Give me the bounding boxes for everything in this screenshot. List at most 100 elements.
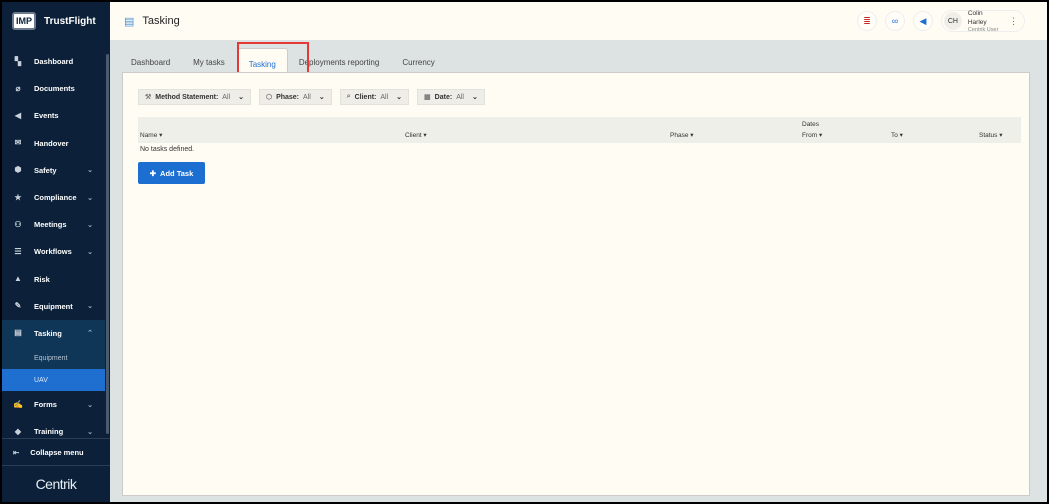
sidebar-item-tasking[interactable]: ▤ Tasking ⌃ (2, 319, 105, 348)
meetings-icon: ⚇ (14, 219, 22, 229)
sidebar-item-label: Forms (34, 400, 57, 410)
chevron-down-icon: ⌄ (87, 221, 93, 229)
app-window: IMP TrustFlight ▚ Dashboard ⌀ Documents ◀ Even… (2, 2, 1047, 502)
filter-icon: ⬡ (265, 94, 273, 101)
chevron-down-icon: ⌄ (87, 303, 93, 311)
logo: IMP TrustFlight (12, 12, 96, 30)
plus-icon: ✚ (149, 168, 157, 178)
col-client[interactable]: Client ▾ (405, 131, 427, 139)
content-area: Dashboard My tasks Tasking Deployments repo… (110, 40, 1047, 502)
centrik-logo: Centrik (35, 476, 77, 492)
filter-method-statement[interactable]: ⚒ Method Statement: All ⌄ (138, 89, 251, 105)
more-vert-icon[interactable]: ⋮ (1009, 16, 1018, 27)
user-name: Colin Harley (967, 10, 987, 26)
sidebar-item-label: Compliance (34, 193, 77, 203)
user-menu[interactable]: CH Colin Harley Centrik User ⋮ (941, 10, 1025, 33)
handover-icon: ✉ (14, 138, 22, 148)
training-icon: ◆ (14, 426, 22, 436)
col-status[interactable]: Status ▾ (979, 131, 1003, 139)
sidebar-nav: ▚ Dashboard ⌀ Documents ◀ Events ✉ Handover ⬢ Saf… (2, 48, 105, 445)
compliance-icon: ★ (14, 192, 22, 202)
sidebar-item-documents[interactable]: ⌀ Documents (2, 75, 105, 102)
avatar: CH (944, 12, 962, 30)
sidebar-subitem-uav[interactable]: UAV (2, 369, 105, 392)
col-name[interactable]: Name ▾ (140, 131, 162, 139)
filter-value: All (380, 93, 389, 101)
workflows-icon: ☰ (14, 246, 22, 256)
add-task-button[interactable]: ✚ Add Task (138, 162, 205, 184)
sidebar-subitem-equipment[interactable]: Equipment (2, 347, 105, 370)
filter-value: All (303, 93, 311, 101)
chevron-down-icon: ⌄ (396, 94, 403, 101)
chevron-down-icon: ⌄ (471, 94, 478, 101)
sidebar-item-label: Equipment (34, 301, 73, 311)
filter-icon: ▦ (424, 94, 431, 101)
sidebar-item-forms[interactable]: ✍ Forms ⌄ (2, 391, 105, 418)
risk-icon: ▲ (14, 274, 22, 284)
sidebar-item-label: Tasking (34, 328, 62, 338)
filter-phase[interactable]: ⬡ Phase: All ⌄ (258, 89, 332, 105)
sidebar-item-dashboard[interactable]: ▚ Dashboard (2, 48, 105, 75)
col-phase[interactable]: Phase ▾ (670, 131, 694, 139)
megaphone-icon[interactable]: ◀ (913, 11, 933, 31)
filter-label: Client: (354, 93, 377, 101)
sidebar-item-label: Workflows (34, 247, 72, 257)
empty-message: No tasks defined. (140, 146, 195, 153)
table-header: Dates Name ▾ Client ▾ Phase ▾ From ▾ To … (138, 117, 1021, 143)
filter-client[interactable]: ⌕ Client: All ⌄ (339, 89, 410, 105)
stack-icon[interactable]: ≣ (857, 11, 877, 31)
filter-icon: ⌕ (346, 93, 351, 100)
col-to[interactable]: To ▾ (891, 131, 903, 139)
collapse-icon: ⇤ (13, 447, 20, 457)
chevron-down-icon: ⌄ (87, 194, 93, 202)
dates-group-header: Dates (802, 121, 819, 128)
sidebar-item-label: Documents (34, 84, 75, 94)
dashboard-icon: ▚ (14, 56, 22, 66)
filter-label: Date: (434, 93, 453, 101)
chevron-down-icon: ⌄ (87, 428, 93, 436)
filter-bar: ⚒ Method Statement: All ⌄ ⬡ Phase: All ⌄ ⌕ Client… (138, 89, 485, 105)
sidebar-item-workflows[interactable]: ☰ Workflows ⌄ (2, 238, 105, 265)
col-from[interactable]: From ▾ (802, 131, 822, 139)
chevron-down-icon: ⌄ (87, 248, 93, 256)
chevron-down-icon: ⌄ (87, 167, 93, 175)
sidebar-item-risk[interactable]: ▲ Risk (2, 266, 105, 293)
collapse-menu-button[interactable]: ⇤ Collapse menu (2, 438, 110, 466)
filter-value: All (456, 93, 464, 101)
add-task-label: Add Task (160, 168, 194, 178)
sidebar-item-label: Events (34, 111, 59, 121)
sidebar: IMP TrustFlight ▚ Dashboard ⌀ Documents ◀ Even… (2, 2, 110, 502)
sidebar-item-label: Risk (34, 274, 50, 284)
documents-icon: ⌀ (15, 83, 21, 93)
chevron-up-icon: ⌃ (87, 330, 93, 338)
brand-name: TrustFlight (44, 15, 96, 27)
sidebar-item-label: Dashboard (34, 57, 74, 67)
sidebar-item-safety[interactable]: ⬢ Safety ⌄ (2, 157, 105, 184)
sidebar-item-meetings[interactable]: ⚇ Meetings ⌄ (2, 211, 105, 238)
sidebar-item-equipment[interactable]: ✎ Equipment ⌄ (2, 293, 105, 320)
tasking-icon: ▤ (124, 15, 135, 28)
sidebar-item-compliance[interactable]: ★ Compliance ⌄ (2, 184, 105, 211)
safety-icon: ⬢ (14, 165, 22, 175)
link-icon[interactable]: ∞ (885, 11, 905, 31)
tasking-icon: ▤ (14, 328, 22, 338)
sidebar-item-label: Meetings (34, 220, 67, 230)
events-icon: ◀ (14, 110, 22, 120)
filter-icon: ⚒ (145, 94, 152, 101)
forms-icon: ✍ (13, 399, 23, 409)
sidebar-item-label: Safety (34, 165, 57, 175)
sidebar-item-label: Training (34, 427, 64, 437)
filter-date[interactable]: ▦ Date: All ⌄ (417, 89, 485, 105)
sidebar-item-events[interactable]: ◀ Events (2, 102, 105, 129)
page-title: Tasking (142, 15, 180, 27)
sidebar-item-handover[interactable]: ✉ Handover (2, 130, 105, 157)
chevron-down-icon: ⌄ (238, 94, 244, 101)
chevron-down-icon: ⌄ (87, 401, 93, 409)
filter-label: Method Statement: (155, 93, 219, 101)
user-role: Centrik User (967, 27, 999, 33)
equipment-icon: ✎ (14, 301, 22, 311)
sidebar-scrollbar[interactable] (106, 54, 109, 434)
chevron-down-icon: ⌄ (318, 94, 325, 101)
header: ▤ Tasking ≣ ∞ ◀ CH Colin Harley Centrik Us… (110, 2, 1047, 40)
collapse-label: Collapse menu (30, 447, 84, 457)
